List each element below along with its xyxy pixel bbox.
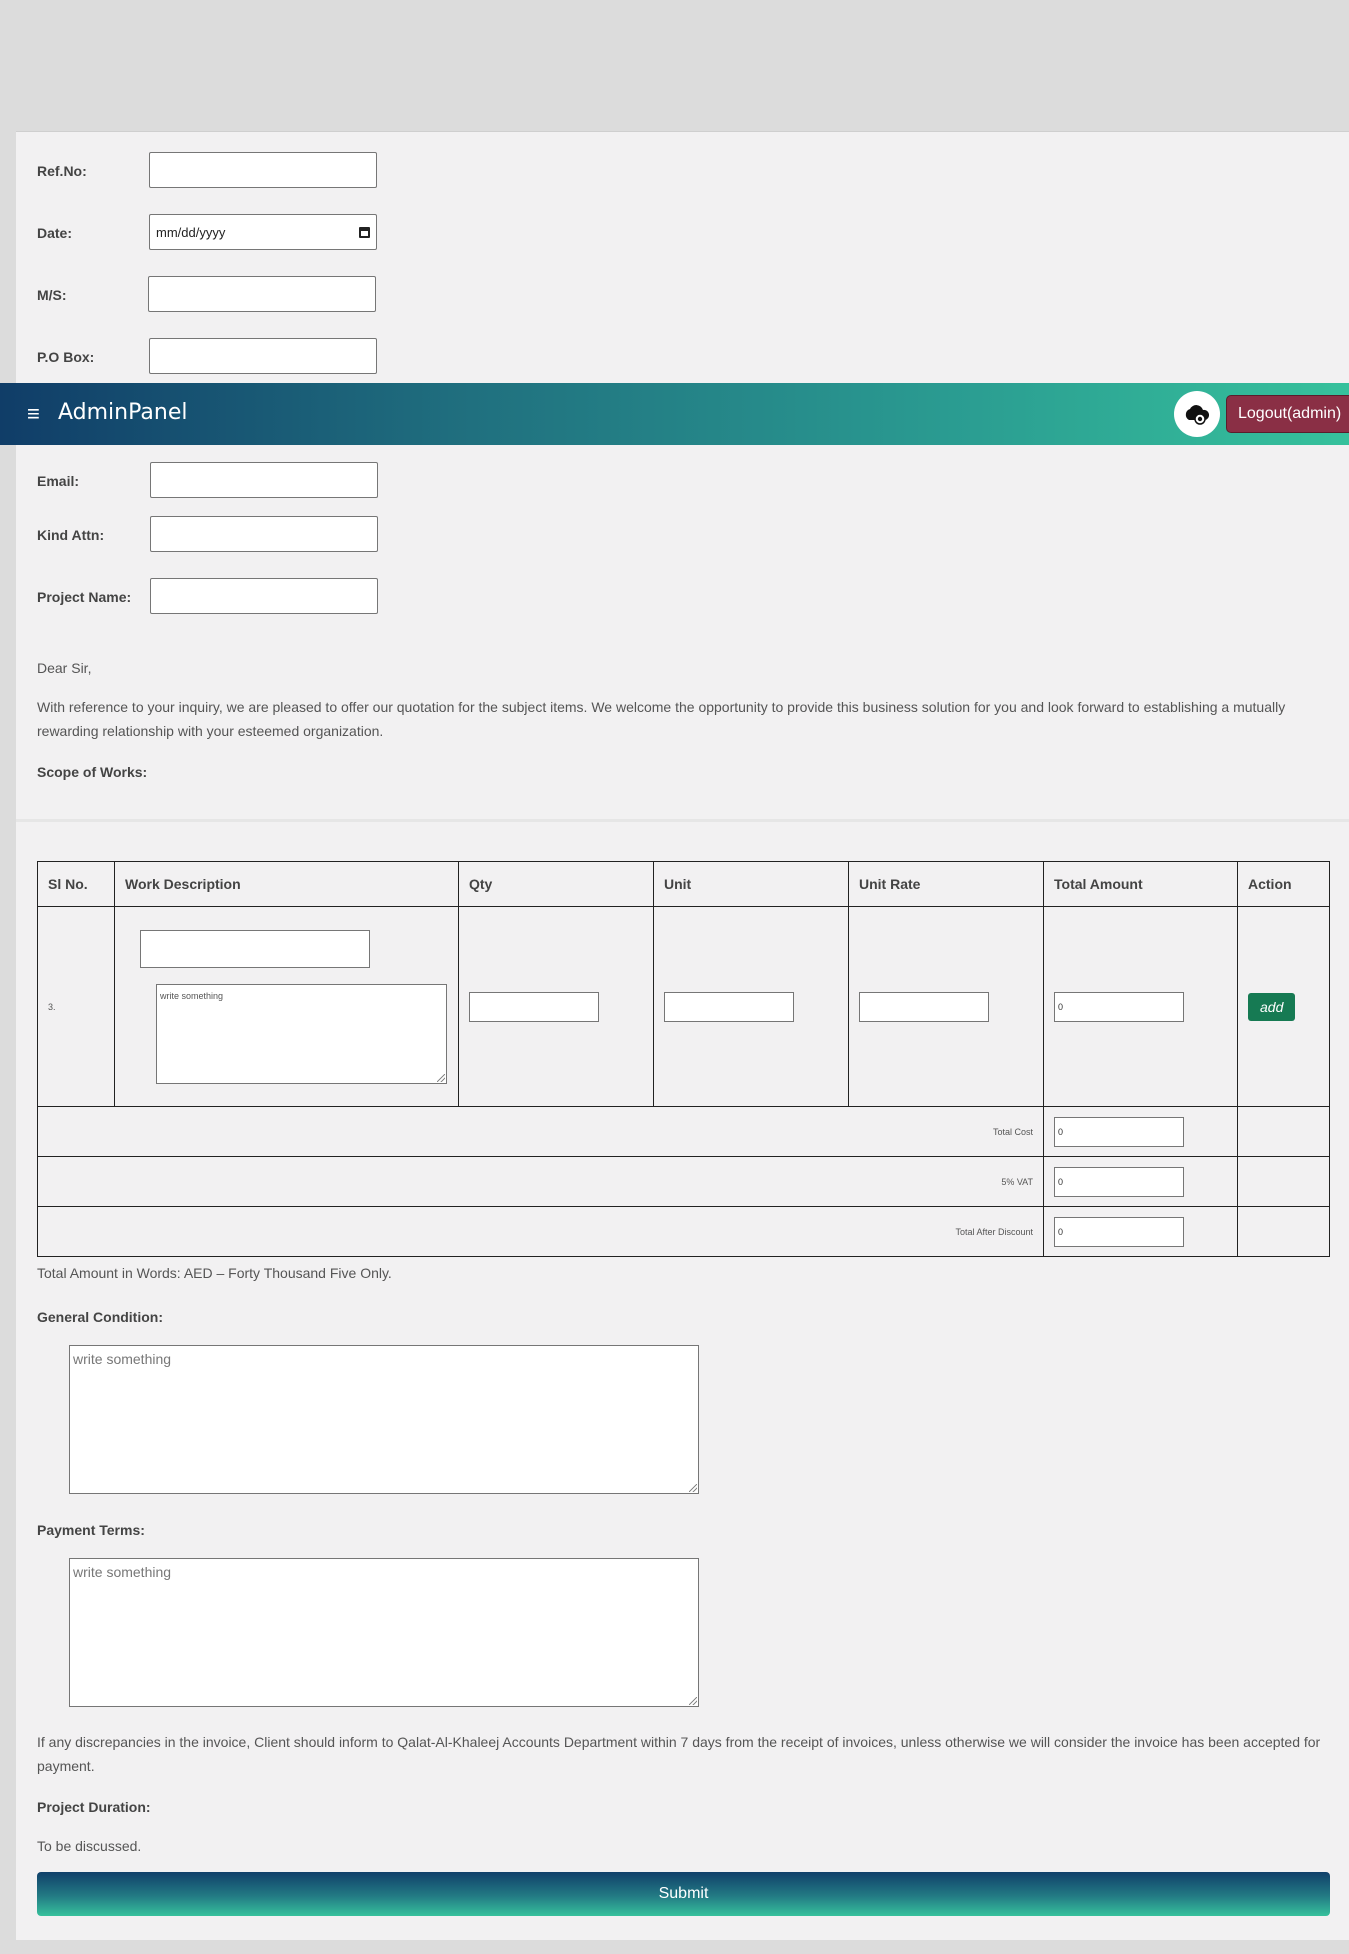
- header-unit: Unit: [653, 861, 849, 907]
- resize-grip-icon[interactable]: [437, 1073, 445, 1082]
- project-duration-text: To be discussed.: [37, 1838, 142, 1854]
- ref-no-label: Ref.No:: [37, 163, 87, 179]
- email-input[interactable]: [150, 462, 378, 498]
- hamburger-icon[interactable]: ≡: [27, 401, 40, 427]
- project-name-label: Project Name:: [37, 589, 132, 605]
- date-label: Date:: [37, 225, 73, 241]
- letter-body: With reference to your inquiry, we are p…: [37, 699, 1286, 739]
- logout-button[interactable]: Logout(admin): [1226, 395, 1349, 433]
- header-total-amount: Total Amount: [1043, 861, 1238, 907]
- total-cost-label: Total Cost: [37, 1106, 1044, 1157]
- total-cost-input[interactable]: 0: [1054, 1116, 1184, 1147]
- work-title-input[interactable]: [140, 929, 370, 968]
- total-after-discount-label: Total After Discount: [37, 1206, 1044, 1257]
- kind-attn-label: Kind Attn:: [37, 527, 105, 543]
- unit-input[interactable]: [664, 991, 794, 1022]
- row-sl-no: 3.: [37, 906, 115, 1107]
- cloud-eye-icon: [1185, 405, 1210, 425]
- total-cost-action-cell: [1237, 1106, 1330, 1157]
- header-unit-rate: Unit Rate: [848, 861, 1044, 907]
- avatar[interactable]: [1174, 391, 1220, 437]
- items-table: Sl No. Work Description Qty Unit Unit Ra…: [37, 861, 1330, 1257]
- vat-row: 5% VAT 0: [37, 1156, 1330, 1207]
- kind-attn-input[interactable]: [150, 516, 378, 552]
- total-after-discount-input[interactable]: 0: [1054, 1216, 1184, 1247]
- brand-title[interactable]: AdminPanel: [58, 400, 187, 425]
- total-after-discount-row: Total After Discount 0: [37, 1206, 1330, 1257]
- total-amount-cell: 0: [1043, 906, 1238, 1107]
- salutation: Dear Sir,: [37, 660, 92, 676]
- amount-in-words: Total Amount in Words: AED – Forty Thous…: [37, 1265, 392, 1281]
- discrepancy-note: If any discrepancies in the invoice, Cli…: [37, 1734, 1321, 1774]
- vat-label: 5% VAT: [37, 1156, 1044, 1207]
- po-box-input[interactable]: [149, 338, 377, 374]
- total-amount-input[interactable]: 0: [1054, 991, 1184, 1022]
- vat-action-cell: [1237, 1156, 1330, 1207]
- payment-terms-textarea[interactable]: write something: [69, 1558, 699, 1707]
- add-button[interactable]: add: [1248, 992, 1296, 1021]
- payment-terms-placeholder: write something: [73, 1564, 172, 1580]
- calendar-icon[interactable]: [359, 226, 370, 238]
- date-input[interactable]: mm/dd/yyyy: [149, 214, 377, 250]
- total-cost-row: Total Cost 0: [37, 1106, 1330, 1157]
- table-header-row: Sl No. Work Description Qty Unit Unit Ra…: [37, 861, 1330, 907]
- work-description-textarea[interactable]: write something: [156, 983, 447, 1084]
- work-description-placeholder: write something: [160, 990, 224, 1001]
- vat-cell: 0: [1043, 1156, 1238, 1207]
- qty-cell: [458, 906, 654, 1107]
- resize-grip-icon[interactable]: [689, 1484, 697, 1492]
- total-cost-cell: 0: [1043, 1106, 1238, 1157]
- work-description-cell: write something: [114, 906, 459, 1107]
- ms-input[interactable]: [148, 276, 376, 312]
- header-qty: Qty: [458, 861, 654, 907]
- project-name-input[interactable]: [150, 578, 378, 614]
- email-label: Email:: [37, 473, 80, 489]
- header-action: Action: [1237, 861, 1330, 907]
- unit-cell: [653, 906, 849, 1107]
- ms-label: M/S:: [37, 287, 67, 303]
- header-work-description: Work Description: [114, 861, 459, 907]
- scope-heading: Scope of Works:: [37, 764, 148, 780]
- table-row: 3. write something 0 add: [37, 906, 1330, 1107]
- total-after-discount-action-cell: [1237, 1206, 1330, 1257]
- po-box-label: P.O Box:: [37, 349, 95, 365]
- top-navbar: ≡ AdminPanel Logout(admin): [0, 383, 1349, 445]
- submit-button[interactable]: Submit: [37, 1872, 1330, 1916]
- total-after-discount-cell: 0: [1043, 1206, 1238, 1257]
- header-sl-no: Sl No.: [37, 861, 115, 907]
- date-placeholder: mm/dd/yyyy: [156, 224, 226, 240]
- general-condition-placeholder: write something: [73, 1351, 172, 1367]
- payment-terms-heading: Payment Terms:: [37, 1522, 145, 1538]
- general-condition-textarea[interactable]: write something: [69, 1345, 699, 1494]
- qty-input[interactable]: [469, 991, 599, 1022]
- action-cell: add: [1237, 906, 1330, 1107]
- vat-input[interactable]: 0: [1054, 1166, 1184, 1197]
- resize-grip-icon[interactable]: [689, 1697, 697, 1705]
- ref-no-input[interactable]: [149, 152, 377, 188]
- project-duration-heading: Project Duration:: [37, 1799, 151, 1815]
- general-condition-heading: General Condition:: [37, 1309, 163, 1325]
- unit-rate-cell: [848, 906, 1044, 1107]
- unit-rate-input[interactable]: [859, 991, 989, 1022]
